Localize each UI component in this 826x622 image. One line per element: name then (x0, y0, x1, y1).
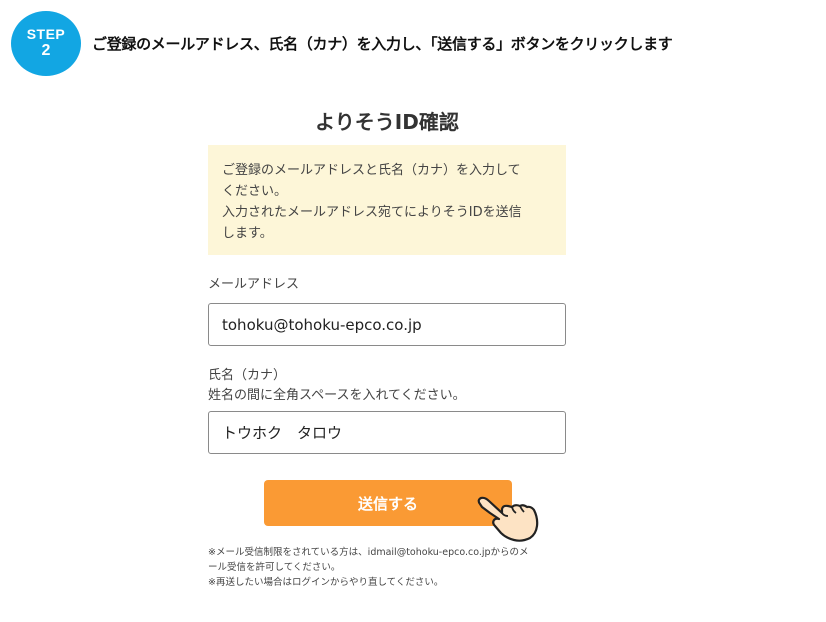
step-number: 2 (41, 42, 51, 60)
name-kana-field[interactable] (208, 411, 566, 454)
step-badge: STEP 2 (11, 11, 81, 76)
step-guide-page: STEP 2 ご登録のメールアドレス、氏名（カナ）を入力し、「送信する」ボタンを… (0, 0, 826, 622)
footnote-line: ール受信を許可してください。 (208, 562, 341, 573)
footnotes: ※メール受信制限をされている方は、idmail@tohoku-epco.co.j… (208, 545, 568, 590)
footnote-line: ※再送したい場合はログインからやり直してください。 (208, 577, 444, 588)
step-word: STEP (26, 26, 66, 42)
name-hint: 姓名の間に全角スペースを入れてください。 (208, 388, 466, 403)
footnote-line: ※メール受信制限をされている方は、idmail@tohoku-epco.co.j… (208, 547, 529, 558)
form-title: よりそうID確認 (315, 110, 459, 134)
step-instruction: ご登録のメールアドレス、氏名（カナ）を入力し、「送信する」ボタンをクリックします (92, 35, 673, 53)
name-label: 氏名（カナ） (208, 368, 287, 383)
notice-line: します。 (222, 226, 273, 241)
pointing-hand-icon (477, 496, 539, 542)
notice-box: ご登録のメールアドレスと氏名（カナ）を入力して ください。 入力されたメールアド… (208, 145, 566, 255)
notice-line: 入力されたメールアドレス宛てによりそうIDを送信 (222, 205, 522, 220)
email-label: メールアドレス (208, 277, 300, 292)
email-field[interactable] (208, 303, 566, 346)
notice-line: ご登録のメールアドレスと氏名（カナ）を入力して (222, 163, 521, 178)
submit-button[interactable]: 送信する (264, 480, 512, 526)
notice-line: ください。 (222, 184, 288, 199)
